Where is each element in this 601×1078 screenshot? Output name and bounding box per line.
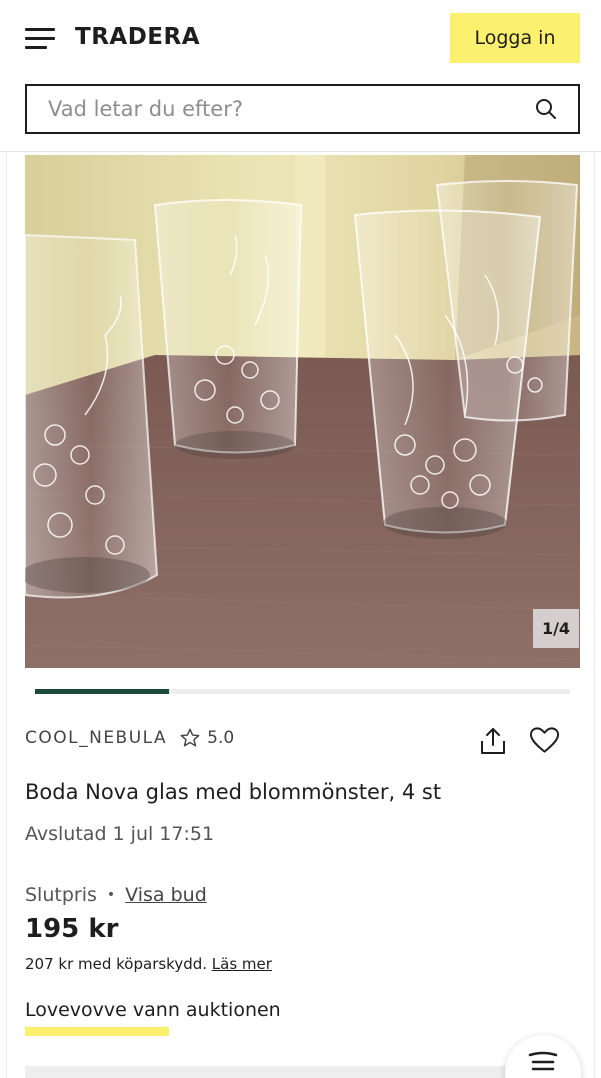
tradera-logo[interactable]: TRADERA xyxy=(75,24,200,50)
site-header: TRADERA Logga in xyxy=(0,0,601,152)
heart-icon[interactable] xyxy=(529,726,560,754)
share-icon[interactable] xyxy=(479,726,507,756)
show-bids-link[interactable]: Visa bud xyxy=(125,884,207,906)
bottom-strip xyxy=(25,1066,580,1078)
search-icon[interactable] xyxy=(534,97,558,121)
chat-icon xyxy=(528,1051,558,1071)
buyer-protection: 207 kr med köparskydd. Läs mer xyxy=(25,955,272,973)
product-photo[interactable] xyxy=(25,155,580,668)
seller-name[interactable]: COOL_NEBULA xyxy=(25,728,167,748)
gallery-progress-fill xyxy=(35,689,169,694)
auction-winner: Lovevovve vann auktionen xyxy=(25,999,281,1021)
separator-dot: • xyxy=(106,887,116,903)
gallery-progress xyxy=(35,689,570,694)
seller-rating: 5.0 xyxy=(207,728,235,748)
seller-row: COOL_NEBULA 5.0 xyxy=(25,727,234,749)
menu-icon[interactable] xyxy=(25,28,55,50)
buyer-protection-text: 207 kr med köparskydd. xyxy=(25,955,208,973)
listing-ended: Avslutad 1 jul 17:51 xyxy=(25,823,215,845)
read-more-link[interactable]: Läs mer xyxy=(212,955,272,973)
search-bar xyxy=(25,84,580,134)
login-button[interactable]: Logga in xyxy=(450,13,580,63)
price-label-row: Slutpris • Visa bud xyxy=(25,884,207,906)
image-counter: 1/4 xyxy=(533,609,579,648)
final-price-label: Slutpris xyxy=(25,884,97,906)
winner-highlight xyxy=(25,1027,169,1036)
listing-title: Boda Nova glas med blommönster, 4 st xyxy=(25,780,442,804)
star-icon xyxy=(180,728,200,747)
search-input[interactable] xyxy=(48,97,526,121)
final-price: 195 kr xyxy=(25,914,119,944)
